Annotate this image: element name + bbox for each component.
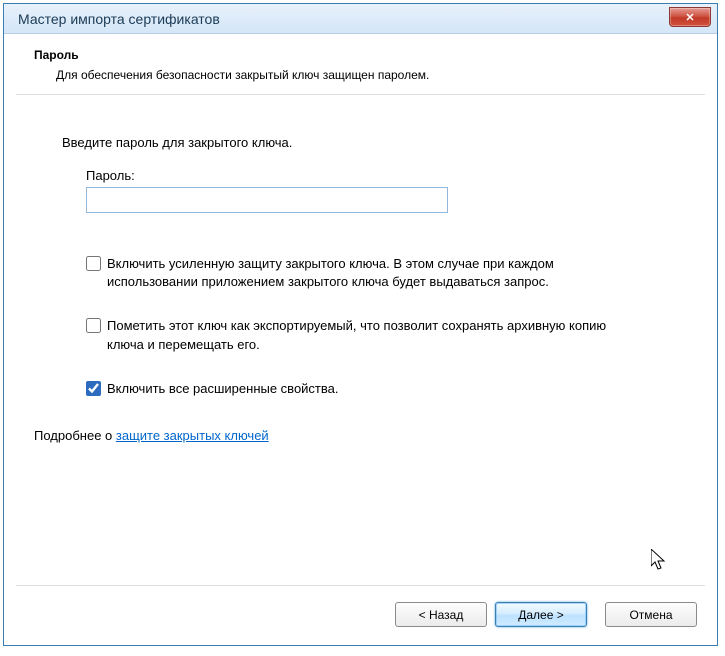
close-icon: ✕ (685, 11, 694, 24)
titlebar: Мастер импорта сертификатов ✕ (4, 4, 717, 34)
back-button[interactable]: < Назад (395, 602, 487, 627)
wizard-window: Мастер импорта сертификатов ✕ Пароль Для… (3, 3, 718, 646)
extended-props-checkbox[interactable] (86, 381, 101, 396)
strong-protection-checkbox[interactable] (86, 256, 101, 271)
more-info-prefix: Подробнее о (34, 428, 116, 443)
next-button[interactable]: Далее > (495, 602, 587, 627)
page-subheading: Для обеспечения безопасности закрытый кл… (56, 68, 687, 82)
wizard-footer: < Назад Далее > Отмена (4, 586, 717, 645)
cancel-button[interactable]: Отмена (605, 602, 697, 627)
divider-top (16, 94, 705, 95)
more-info: Подробнее о защите закрытых ключей (34, 428, 687, 443)
page-heading: Пароль (34, 48, 687, 62)
exportable-label[interactable]: Пометить этот ключ как экспортируемый, ч… (107, 317, 646, 353)
options-group: Включить усиленную защиту закрытого ключ… (86, 255, 687, 398)
window-title: Мастер импорта сертификатов (18, 11, 220, 27)
exportable-checkbox[interactable] (86, 318, 101, 333)
option-extended-props: Включить все расширенные свойства. (86, 380, 646, 398)
password-input[interactable] (86, 187, 448, 213)
password-label: Пароль: (86, 168, 687, 183)
instruction-text: Введите пароль для закрытого ключа. (62, 135, 687, 150)
wizard-content: Пароль Для обеспечения безопасности закр… (4, 34, 717, 545)
extended-props-label[interactable]: Включить все расширенные свойства. (107, 380, 339, 398)
option-exportable: Пометить этот ключ как экспортируемый, ч… (86, 317, 646, 353)
close-button[interactable]: ✕ (669, 7, 711, 27)
more-info-link[interactable]: защите закрытых ключей (116, 428, 269, 443)
password-block: Пароль: (86, 168, 687, 213)
strong-protection-label[interactable]: Включить усиленную защиту закрытого ключ… (107, 255, 646, 291)
option-strong-protection: Включить усиленную защиту закрытого ключ… (86, 255, 646, 291)
